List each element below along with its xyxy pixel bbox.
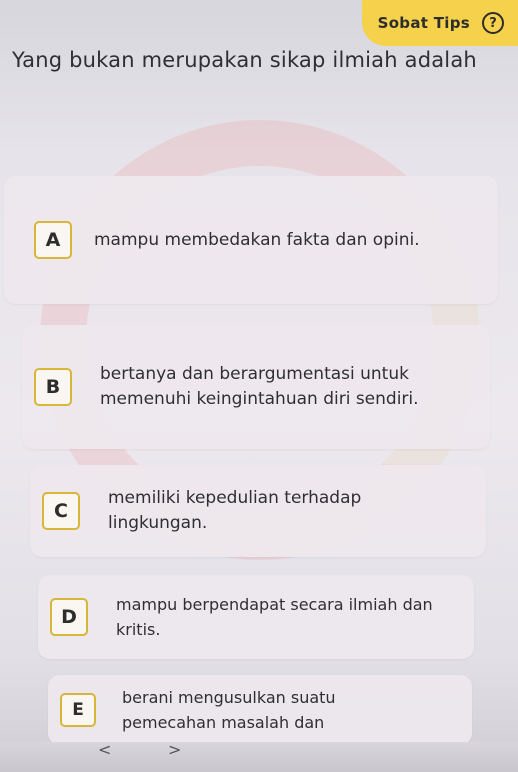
option-b-letter: B (34, 368, 72, 406)
option-e[interactable]: E berani mengusulkan suatu pemecahan mas… (48, 675, 472, 745)
option-e-text: berani mengusulkan suatu pemecahan masal… (122, 688, 336, 732)
option-c[interactable]: C memiliki kepedulian terhadap lingkunga… (30, 465, 486, 557)
option-e-letter: E (60, 693, 96, 727)
sobat-tips-button[interactable]: Sobat Tips ? (362, 0, 518, 46)
option-a[interactable]: A mampu membedakan fakta dan opini. (4, 176, 498, 304)
option-d[interactable]: D mampu berpendapat secara ilmiah dan kr… (38, 575, 474, 659)
option-b[interactable]: B bertanya dan berargumentasi untuk meme… (22, 325, 490, 449)
option-a-text: mampu membedakan fakta dan opini. (94, 229, 420, 250)
option-a-letter: A (34, 221, 72, 259)
option-d-letter: D (50, 598, 88, 636)
option-b-text: bertanya dan berargumentasi untuk memenu… (100, 364, 419, 409)
next-arrow-icon[interactable]: > (168, 740, 181, 759)
question-text: Yang bukan merupakan sikap ilmiah adalah (12, 48, 477, 72)
previous-arrow-icon[interactable]: < (98, 740, 111, 759)
bottom-navigation-bar (0, 742, 518, 772)
option-d-text: mampu berpendapat secara ilmiah dan krit… (116, 595, 433, 639)
sobat-tips-label: Sobat Tips (377, 14, 470, 32)
option-c-letter: C (42, 492, 80, 530)
help-icon[interactable]: ? (482, 12, 504, 34)
option-c-text: memiliki kepedulian terhadap lingkungan. (108, 488, 362, 533)
